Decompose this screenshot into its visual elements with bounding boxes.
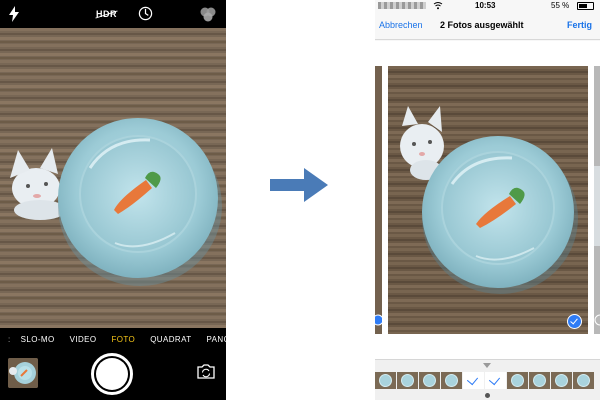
current-position-indicator xyxy=(483,363,491,368)
selection-title: 2 Fotos ausgewählt xyxy=(440,20,524,30)
thumbnail-item-selected[interactable] xyxy=(485,372,506,389)
navigation-bar: Abbrechen 2 Fotos ausgewählt Fertig xyxy=(375,12,600,40)
camera-viewfinder xyxy=(0,28,226,328)
camera-bottom-bar xyxy=(0,350,226,400)
thumbnail-item[interactable] xyxy=(419,372,440,389)
thumbnail-item[interactable] xyxy=(441,372,462,389)
thumbnail-item[interactable] xyxy=(529,372,550,389)
switch-camera-icon[interactable] xyxy=(196,363,216,379)
current-photo[interactable] xyxy=(388,66,588,334)
camera-mode-selector[interactable]: : SLO-MO VIDEO FOTO QUADRAT PANO xyxy=(0,328,226,350)
checkmark-icon xyxy=(488,373,501,386)
checkmark-icon xyxy=(466,373,479,386)
photos-app: 10:53 55 % Abbrechen 2 Fotos ausgewählt … xyxy=(375,0,600,400)
shutter-inner xyxy=(96,358,128,390)
thumbnail-item[interactable] xyxy=(551,372,572,389)
thumbnail-item[interactable] xyxy=(375,372,396,389)
hdr-toggle[interactable]: HDR xyxy=(96,9,117,19)
last-photo-thumbnail[interactable] xyxy=(8,358,38,388)
mode-pano[interactable]: PANO xyxy=(207,335,226,344)
thumbnail-item[interactable] xyxy=(397,372,418,389)
battery-icon xyxy=(577,2,594,10)
thumbnail-item-selected[interactable] xyxy=(463,372,484,389)
mode-edge: : xyxy=(8,334,11,344)
filters-icon[interactable] xyxy=(199,6,217,22)
done-button[interactable]: Fertig xyxy=(567,20,592,30)
thumbnail-strip[interactable] xyxy=(375,359,600,400)
checkmark-icon xyxy=(570,316,578,325)
status-time: 10:53 xyxy=(475,1,496,10)
mode-foto[interactable]: FOTO xyxy=(112,335,136,344)
mode-slo-mo[interactable]: SLO-MO xyxy=(21,335,55,344)
thumbnail-list xyxy=(375,372,595,389)
wifi-icon xyxy=(433,2,443,10)
photo-viewer xyxy=(375,41,600,359)
previous-photo[interactable] xyxy=(375,66,382,334)
thumbnail-item[interactable] xyxy=(573,372,594,389)
camera-top-bar: HDR xyxy=(0,0,226,28)
next-photo[interactable] xyxy=(594,66,600,334)
carrier-name-blurred xyxy=(378,2,426,9)
timer-icon[interactable] xyxy=(138,6,153,21)
viewfinder-scene xyxy=(0,28,226,328)
camera-app: HDR: SLO-MO VIDEO FOTO QUADRAT PAN xyxy=(0,0,226,400)
selected-checkmark-icon[interactable] xyxy=(567,314,582,329)
status-bar: 10:53 55 % xyxy=(375,0,600,12)
flash-icon[interactable] xyxy=(8,6,20,22)
mode-video[interactable]: VIDEO xyxy=(70,335,97,344)
mode-quadrat[interactable]: QUADRAT xyxy=(150,335,191,344)
page-dot xyxy=(485,393,490,398)
shutter-button[interactable] xyxy=(91,353,133,395)
right-arrow-icon xyxy=(270,168,328,202)
composite-screenshot: HDR: SLO-MO VIDEO FOTO QUADRAT PAN 10:5… xyxy=(0,0,600,400)
thumbnail-item[interactable] xyxy=(507,372,528,389)
cancel-button[interactable]: Abbrechen xyxy=(379,20,423,30)
battery-percent: 55 % xyxy=(551,1,570,10)
